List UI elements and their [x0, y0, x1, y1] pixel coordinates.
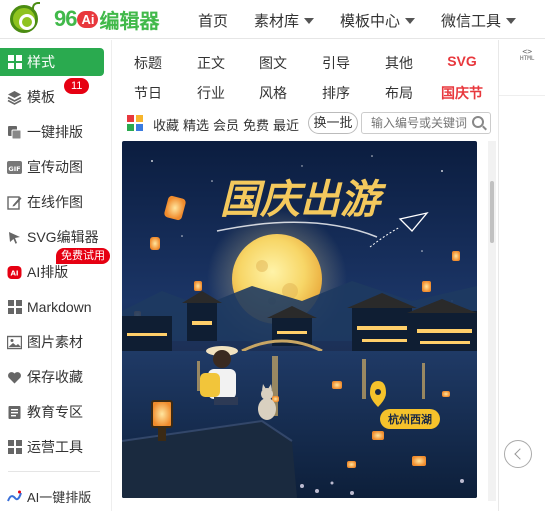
grid-icon [7, 55, 22, 70]
grid-icon [7, 300, 22, 315]
sidebar-item-label: 教育专区 [27, 404, 83, 420]
svg-text:GIF: GIF [8, 165, 20, 173]
right-panel: <> HTML [498, 40, 545, 511]
category-layout[interactable]: 布局 [374, 83, 424, 103]
filter-bar: 收藏 精选 会员 免费 最近 换一批 [113, 110, 497, 136]
category-holiday[interactable]: 节日 [123, 83, 173, 103]
category-other[interactable]: 其他 [374, 53, 424, 73]
filter-featured[interactable]: 精选 [183, 115, 209, 134]
chevron-left-icon[interactable] [504, 440, 532, 468]
sidebar-item-label: 样式 [27, 54, 55, 70]
book-icon [7, 405, 22, 420]
sidebar-item-label: 保存收藏 [27, 369, 83, 385]
filter-recent[interactable]: 最近 [273, 115, 299, 134]
sidebar-item-ai-layout[interactable]: AI AI排版 [0, 258, 104, 286]
category-style[interactable]: 风格 [248, 83, 298, 103]
snail-logo-icon [4, 2, 44, 36]
sidebar-item-svg-editor[interactable]: SVG编辑器 [0, 223, 104, 251]
sidebar-item-one-click-layout[interactable]: 一键排版 [0, 118, 104, 146]
sidebar-item-ai-one-click[interactable]: AI一键排版 [0, 482, 104, 510]
sidebar-item-label: AI一键排版 [27, 489, 92, 505]
category-national-day[interactable]: 国庆节 [437, 83, 487, 103]
filter-free[interactable]: 免费 [243, 115, 269, 134]
logo-text: 编辑器 [99, 10, 160, 33]
sidebar-item-image-materials[interactable]: 图片素材 [0, 328, 104, 356]
nav-materials-label: 素材库 [254, 13, 300, 30]
scrollbar-thumb[interactable] [490, 181, 494, 243]
nav-wechat-tools-label: 微信工具 [441, 13, 502, 30]
sidebar-item-label: AI排版 [27, 264, 69, 280]
html-label: HTML [520, 55, 535, 62]
nav-templates-label: 模板中心 [340, 13, 401, 30]
cursor-icon [7, 230, 22, 245]
sidebar-item-label: 一键排版 [27, 124, 83, 140]
edit-icon [7, 195, 22, 210]
category-title[interactable]: 标题 [123, 53, 173, 73]
sidebar-divider [8, 471, 100, 472]
sidebar-item-label: Markdown [27, 299, 92, 315]
sidebar-item-label: 在线作图 [27, 194, 83, 210]
style-panel: 标题 正文 图文 引导 其他 SVG 节日 行业 风格 排序 布局 国庆节 收藏… [113, 40, 498, 511]
sidebar-item-label: 模板 [27, 89, 55, 105]
filter-member[interactable]: 会员 [213, 115, 239, 134]
nav-materials[interactable]: 素材库 [254, 10, 315, 31]
template-count-badge: 11 [64, 78, 90, 94]
nav-wechat-tools[interactable]: 微信工具 [441, 10, 517, 31]
layers-icon [7, 90, 22, 105]
sidebar-item-styles[interactable]: 样式 [0, 48, 104, 76]
nav-templates[interactable]: 模板中心 [340, 10, 416, 31]
category-image-text[interactable]: 图文 [248, 53, 298, 73]
category-guide[interactable]: 引导 [311, 53, 361, 73]
sidebar-item-education[interactable]: 教育专区 [0, 398, 104, 426]
chevron-down-icon [506, 18, 517, 24]
swap-batch-button[interactable]: 换一批 [308, 112, 358, 134]
category-body[interactable]: 正文 [186, 53, 236, 73]
sidebar-item-label: 宣传动图 [27, 159, 83, 175]
logo[interactable]: 96 Ai 编辑器 [4, 2, 159, 36]
poster-image[interactable]: 国庆出游 杭州西湖 [122, 141, 477, 498]
sidebar-item-label: 图片素材 [27, 334, 83, 350]
ai-icon: AI [7, 265, 22, 280]
category-sort[interactable]: 排序 [311, 83, 361, 103]
filter-favorites[interactable]: 收藏 [153, 115, 179, 134]
chevron-down-icon [405, 18, 416, 24]
right-panel-divider [499, 95, 545, 96]
poster-location: 杭州西湖 [388, 412, 432, 426]
html-code-icon[interactable]: <> HTML [520, 48, 535, 63]
top-navbar: 96 Ai 编辑器 首页 素材库 模板中心 微信工具 [0, 0, 545, 39]
nav-home-label: 首页 [198, 13, 229, 30]
grid-icon [7, 440, 22, 455]
logo-number: 96 [54, 6, 78, 31]
sidebar-item-operation-tools[interactable]: 运营工具 [0, 433, 104, 461]
search-icon[interactable] [472, 116, 484, 128]
sidebar-item-label: SVG编辑器 [27, 229, 99, 245]
sidebar-item-markdown[interactable]: Markdown [0, 293, 104, 321]
nav-home[interactable]: 首页 [198, 10, 228, 31]
color-grid-icon[interactable] [127, 115, 143, 131]
sidebar-item-promo-gif[interactable]: GIF 宣传动图 [0, 153, 104, 181]
category-industry[interactable]: 行业 [186, 83, 236, 103]
logo-ai-badge: Ai [77, 10, 99, 28]
sidebar: 样式 模板 11 一键排版 GIF 宣传动图 在线作图 SVG编辑器 免费试用 [0, 40, 112, 511]
gif-icon: GIF [7, 160, 22, 175]
sidebar-item-online-drawing[interactable]: 在线作图 [0, 188, 104, 216]
svg-text:AI: AI [10, 269, 18, 277]
heart-icon [7, 370, 22, 385]
poster-title: 国庆出游 [220, 176, 387, 223]
sidebar-item-favorites[interactable]: 保存收藏 [0, 363, 104, 391]
sidebar-item-label: 运营工具 [27, 439, 83, 455]
ai-wand-icon [7, 489, 22, 504]
category-svg[interactable]: SVG [437, 53, 487, 69]
copy-icon [7, 125, 22, 140]
image-icon [7, 335, 22, 350]
chevron-down-icon [304, 18, 315, 24]
